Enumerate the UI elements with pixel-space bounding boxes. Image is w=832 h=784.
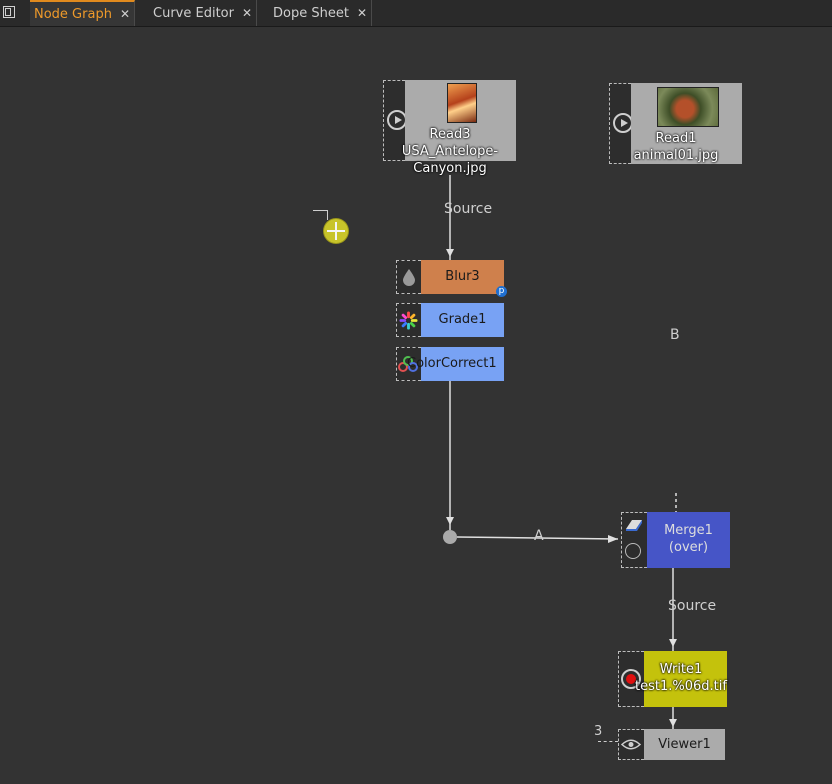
node-viewer1-body: Viewer1 [644,729,725,760]
close-icon[interactable]: ✕ [242,6,252,20]
crosshair-cursor-icon [324,219,348,243]
mask-icon [625,543,641,559]
node-name: Read3 [429,127,471,142]
node-name: Read1 [655,131,697,146]
node-merge1[interactable]: Merge1 (over) [621,512,730,568]
p-badge: p [496,286,507,297]
node-graph-canvas[interactable]: Read3 USA_Antelope- Canyon.jpg Read1 ani… [0,27,832,784]
tab-bar: Node Graph ✕ Curve Editor ✕ Dope Sheet ✕ [0,0,832,27]
dot-node[interactable] [443,530,457,544]
node-blur3[interactable]: Blur3 p [396,260,507,297]
tab-label: Dope Sheet [273,6,349,21]
read3-label: Read3 USA_Antelope- Canyon.jpg [375,126,525,177]
file-name-line1: USA_Antelope- [401,144,499,159]
cursor-bracket-icon [313,210,328,220]
tab-node-graph[interactable]: Node Graph ✕ [30,0,135,26]
node-name: Viewer1 [658,737,711,752]
node-colorcorrect1[interactable]: ColorCorrect1 [396,347,504,381]
arrow-icon [446,517,454,525]
source-label-top: Source [444,201,493,217]
color-wheel-icon [399,311,418,330]
read1-label: Read1 animal01.jpg [601,130,751,164]
node-write1[interactable]: Write1 test1.%06d.tif [618,651,727,707]
node-read3[interactable]: Read3 USA_Antelope- Canyon.jpg [383,80,516,176]
read3-thumbnail [447,83,477,123]
file-name: animal01.jpg [633,148,719,163]
node-name: Grade1 [438,312,487,327]
tab-curve-editor[interactable]: Curve Editor ✕ [149,0,258,26]
arrow-icon [669,639,677,647]
panel-menu-icon[interactable] [3,6,15,18]
tab-label: Curve Editor [153,6,234,21]
tab-dope-sheet[interactable]: Dope Sheet ✕ [269,0,372,26]
arrow-icon [608,535,618,543]
node-viewer1[interactable]: Viewer1 [618,729,725,760]
close-icon[interactable]: ✕ [357,6,367,20]
viewer-input-number: 3 [594,724,603,739]
source-label-bottom: Source [668,598,717,614]
node-name: Merge1 [664,523,713,538]
node-name: ColorCorrect1 [407,356,497,371]
node-blur3-body: Blur3 [421,260,504,294]
file-name: test1.%06d.tif [635,679,727,694]
arrow-icon [446,249,454,257]
droplet-icon [403,269,415,286]
close-icon[interactable]: ✕ [120,7,130,21]
file-name-line2: Canyon.jpg [413,161,487,176]
node-name: Blur3 [445,269,480,284]
input-a-label: A [534,528,544,544]
input-b-label: B [670,327,680,343]
arrow-icon [669,719,677,727]
node-grade1[interactable]: Grade1 [396,303,504,337]
node-read1[interactable]: Read1 animal01.jpg [609,83,742,164]
eye-icon [621,739,641,750]
node-name: Write1 [659,662,703,677]
node-colorcorrect1-body: ColorCorrect1 [407,347,504,381]
write1-label: Write1 test1.%06d.tif [606,661,756,695]
viewer-input-wire[interactable] [598,741,618,743]
node-grade1-body: Grade1 [421,303,504,337]
read1-thumbnail [657,87,719,127]
merge-operation: (over) [668,540,709,555]
merge-layers-icon [626,520,642,531]
tab-label: Node Graph [34,7,112,22]
node-merge1-body: Merge1 (over) [647,512,730,568]
